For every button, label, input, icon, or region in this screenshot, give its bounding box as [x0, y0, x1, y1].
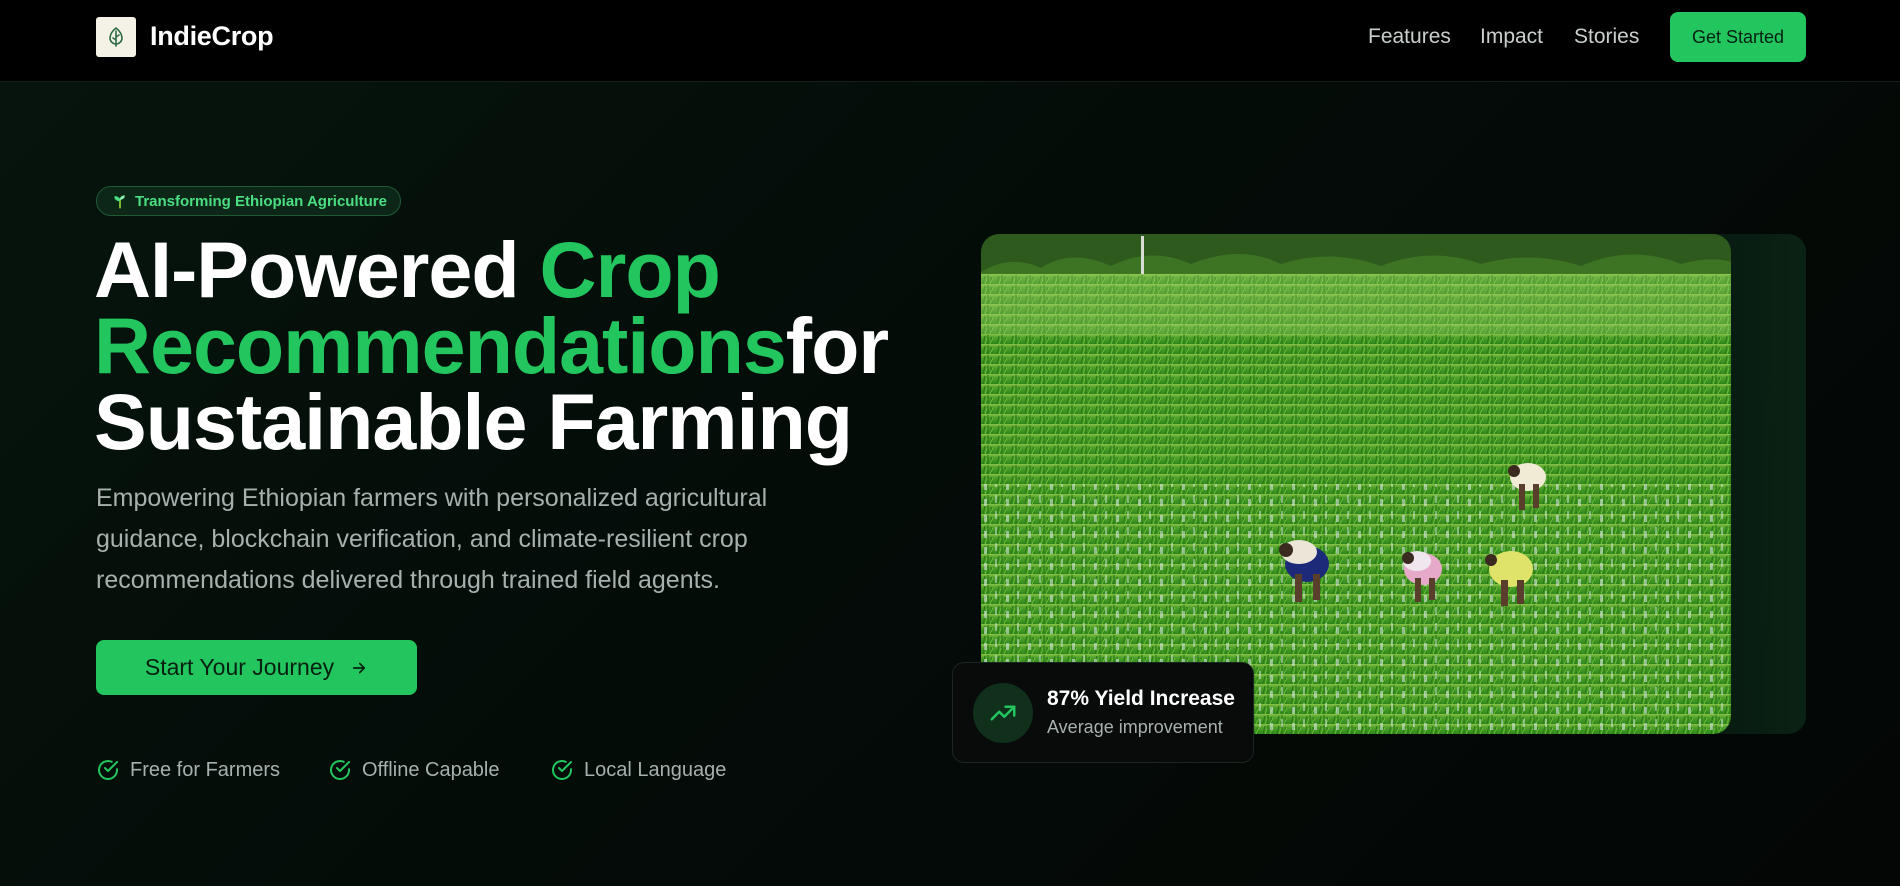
stat-title: 87% Yield Increase: [1047, 687, 1235, 710]
feature-label: Offline Capable: [362, 758, 500, 781]
sprout-icon: [114, 195, 125, 209]
start-journey-label: Start Your Journey: [144, 654, 335, 680]
check-circle-icon: [330, 760, 350, 780]
hero-subtext: Empowering Ethiopian farmers with person…: [96, 484, 768, 594]
logo[interactable]: [96, 17, 136, 57]
arrow-right-icon: [353, 662, 366, 673]
trending-up-icon: [990, 705, 1016, 720]
feature-language: Local Language: [550, 757, 726, 783]
stat-icon-circle: [973, 682, 1033, 743]
feature-offline: Offline Capable: [328, 757, 500, 783]
feature-free: Free for Farmers: [96, 757, 280, 783]
stat-subtitle: Average improvement: [1047, 717, 1223, 737]
get-started-button[interactable]: Get Started: [1670, 12, 1806, 62]
leaf-icon: [109, 27, 123, 47]
stat-text: 87% Yield Increase Average improvement: [1047, 687, 1235, 738]
rice-field-photo: [981, 234, 1731, 734]
check-circle-icon: [552, 760, 572, 780]
yield-stat-card: 87% Yield Increase Average improvement: [952, 662, 1254, 763]
check-circle-icon: [98, 760, 118, 780]
nav-link-features[interactable]: Features: [1368, 25, 1451, 49]
feature-label: Free for Farmers: [130, 758, 281, 781]
top-navbar: IndieCrop Features Impact Stories Get St…: [0, 0, 1900, 82]
brand-name[interactable]: IndieCrop: [150, 21, 274, 52]
start-journey-button[interactable]: Start Your Journey: [96, 640, 417, 695]
hero-badge: Transforming Ethiopian Agriculture: [96, 186, 401, 216]
nav-link-impact[interactable]: Impact: [1480, 25, 1543, 49]
hero-headline: AI-Powered Crop Recommendationsfor Susta…: [94, 230, 954, 461]
feature-label: Local Language: [584, 758, 727, 781]
hero-badge-label: Transforming Ethiopian Agriculture: [135, 192, 387, 210]
nav-link-stories[interactable]: Stories: [1574, 25, 1639, 49]
